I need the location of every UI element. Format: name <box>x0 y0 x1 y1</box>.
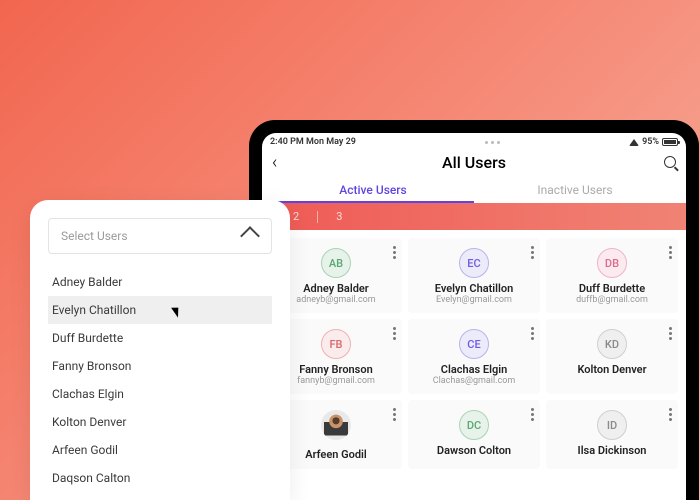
kebab-menu-icon[interactable] <box>391 406 398 423</box>
status-right: 95% <box>629 137 678 147</box>
user-email: Evelyn@gmail.com <box>414 295 534 305</box>
select-users-list: Adney BalderEvelyn ChatillonDuff Burdett… <box>48 268 272 500</box>
battery-label: 95% <box>642 137 659 147</box>
tablet-screen: 2:40 PM Mon May 29 95% ‹ All Users Activ… <box>262 133 686 500</box>
list-item[interactable]: Fanny Bronson <box>48 352 272 380</box>
back-button[interactable]: ‹ <box>272 152 292 173</box>
header: ‹ All Users <box>262 147 686 175</box>
avatar-initials: KD <box>597 329 627 359</box>
status-bar: 2:40 PM Mon May 29 95% <box>262 133 686 147</box>
user-name: Fanny Bronson <box>276 363 396 376</box>
user-email: Clachas@gmail.com <box>414 376 534 386</box>
status-time: 2:40 PM Mon May 29 <box>270 137 356 147</box>
user-name: Evelyn Chatillon <box>414 282 534 295</box>
list-item[interactable]: Evelyn Chatillon <box>48 296 272 324</box>
list-item[interactable]: Adney Balder <box>48 268 272 296</box>
avatar-initials: AB <box>321 248 351 278</box>
user-card[interactable]: KD Kolton Denver <box>546 319 678 394</box>
search-button[interactable] <box>656 153 676 172</box>
list-item[interactable]: Kolton Denver <box>48 408 272 436</box>
user-name: Duff Burdette <box>552 282 672 295</box>
kebab-menu-icon[interactable] <box>391 244 398 261</box>
select-users-panel: Select Users Adney BalderEvelyn Chatillo… <box>30 200 290 500</box>
pagination-bar: 2 3 <box>262 203 686 230</box>
list-item[interactable]: Ilsa Dickinson <box>48 492 272 500</box>
user-name: Dawson Colton <box>414 444 534 457</box>
page-3[interactable]: 3 <box>336 210 342 223</box>
battery-icon <box>662 138 678 146</box>
user-email: fannyb@gmail.com <box>276 376 396 386</box>
search-icon <box>664 156 676 168</box>
list-item[interactable]: Duff Burdette <box>48 324 272 352</box>
kebab-menu-icon[interactable] <box>667 325 674 342</box>
avatar-initials: DB <box>597 248 627 278</box>
kebab-menu-icon[interactable] <box>529 244 536 261</box>
tabs: Active Users Inactive Users <box>262 175 686 203</box>
kebab-menu-icon[interactable] <box>529 406 536 423</box>
kebab-menu-icon[interactable] <box>529 325 536 342</box>
avatar-initials: DC <box>459 410 489 440</box>
wifi-icon <box>629 139 639 146</box>
user-email: adneyb@gmail.com <box>276 295 396 305</box>
user-grid: AB Adney Balderadneyb@gmail.com EC Evelyn C… <box>262 230 686 477</box>
user-email: duffb@gmail.com <box>552 295 672 305</box>
avatar-initials: CE <box>459 329 489 359</box>
status-dots <box>485 141 500 144</box>
page-2[interactable]: 2 <box>293 210 299 223</box>
user-name: Arfeen Godil <box>276 448 396 461</box>
user-card[interactable]: DC Dawson Colton <box>408 400 540 469</box>
divider <box>317 211 318 223</box>
chevron-up-icon <box>240 226 260 246</box>
user-card[interactable]: EC Evelyn ChatillonEvelyn@gmail.com <box>408 238 540 313</box>
user-card[interactable]: DB Duff Burdetteduffb@gmail.com <box>546 238 678 313</box>
kebab-menu-icon[interactable] <box>667 406 674 423</box>
select-placeholder: Select Users <box>61 229 128 243</box>
select-users-dropdown[interactable]: Select Users <box>48 218 272 254</box>
kebab-menu-icon[interactable] <box>391 325 398 342</box>
avatar-initials: ID <box>597 410 627 440</box>
user-name: Kolton Denver <box>552 363 672 376</box>
tab-inactive-users[interactable]: Inactive Users <box>474 179 676 203</box>
tab-active-users[interactable]: Active Users <box>272 179 474 203</box>
avatar-initials: FB <box>321 329 351 359</box>
user-card[interactable]: CE Clachas ElginClachas@gmail.com <box>408 319 540 394</box>
list-item[interactable]: Clachas Elgin <box>48 380 272 408</box>
avatar-photo <box>321 410 351 440</box>
user-name: Clachas Elgin <box>414 363 534 376</box>
tablet-device: 2:40 PM Mon May 29 95% ‹ All Users Activ… <box>249 120 699 500</box>
list-item[interactable]: Arfeen Godil <box>48 436 272 464</box>
page-title: All Users <box>292 153 656 172</box>
avatar-initials: EC <box>459 248 489 278</box>
kebab-menu-icon[interactable] <box>667 244 674 261</box>
user-name: Ilsa Dickinson <box>552 444 672 457</box>
user-name: Adney Balder <box>276 282 396 295</box>
list-item[interactable]: Daqson Calton <box>48 464 272 492</box>
user-card[interactable]: ID Ilsa Dickinson <box>546 400 678 469</box>
